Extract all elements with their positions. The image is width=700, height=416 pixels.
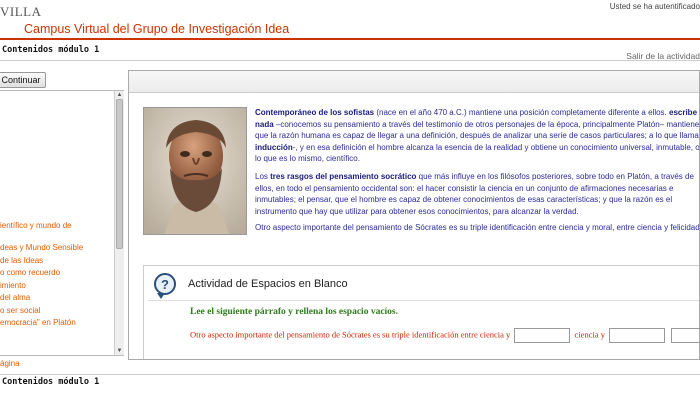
- toc-item[interactable]: imiento: [0, 281, 26, 290]
- intro-text: Contemporáneo de los sofistas (nace en e…: [255, 107, 700, 223]
- portrait-bust-icon: [144, 108, 246, 234]
- paragraph-3: Otro aspecto importante del pensamiento …: [255, 223, 700, 232]
- text-span: –conocemos su pensamiento a través del t…: [255, 119, 700, 141]
- toc-item[interactable]: o ser social: [0, 306, 40, 315]
- paragraph-2: Los tres rasgos del pensamiento socrátic…: [255, 171, 699, 217]
- question-bubble-tail: [157, 293, 165, 299]
- header-divider: [0, 38, 700, 40]
- site-title[interactable]: Campus Virtual del Grupo de Investigació…: [24, 22, 289, 36]
- text-span: Los: [255, 171, 271, 181]
- toc-scrollbar[interactable]: ▲ ▼: [114, 91, 124, 355]
- module-bar: Contenidos módulo 1 Salir de la activida…: [0, 43, 700, 61]
- toc-item[interactable]: ientífico y mundo de: [0, 221, 72, 230]
- bold-phrase: tres rasgos del pensamiento socrático: [270, 171, 417, 181]
- toc-item[interactable]: de las Ideas: [0, 256, 43, 265]
- socrates-portrait-image: [143, 107, 247, 235]
- bold-phrase: inducción: [255, 142, 293, 152]
- paragraph-1: Contemporáneo de los sofistas (nace en e…: [255, 107, 700, 165]
- header: VILLA Campus Virtual del Grupo de Invest…: [0, 0, 700, 40]
- toc-panel: ientífico y mundo de deas y Mundo Sensib…: [0, 90, 124, 356]
- question-bubble-icon: ?: [154, 273, 176, 295]
- activity-divider: [148, 300, 699, 301]
- cloze-sentence: Otro aspecto importante del pensamiento …: [190, 328, 699, 343]
- scrollbar-thumb[interactable]: [116, 99, 123, 249]
- cloze-text: Otro aspecto importante del pensamiento …: [190, 329, 511, 340]
- content-toolbar: [129, 71, 699, 93]
- footer-divider: [0, 374, 700, 375]
- blank-input-2[interactable]: [609, 328, 666, 343]
- brand-logo-text: VILLA: [0, 4, 42, 19]
- continue-button[interactable]: Continuar: [0, 72, 46, 88]
- scroll-up-arrow-icon[interactable]: ▲: [115, 91, 124, 99]
- toc-item[interactable]: emocracia" en Platón: [0, 318, 76, 327]
- scroll-down-arrow-icon[interactable]: ▼: [115, 347, 124, 355]
- fill-in-activity: ? Actividad de Espacios en Blanco Lee el…: [143, 265, 699, 359]
- exit-activity-link[interactable]: Salir de la actividad: [626, 51, 700, 61]
- toc-item[interactable]: deas y Mundo Sensible: [0, 243, 83, 252]
- activity-title: Actividad de Espacios en Blanco: [188, 278, 348, 290]
- cloze-text: ciencia y: [574, 329, 605, 340]
- blank-input-3[interactable]: [671, 328, 699, 343]
- text-span: -, y en esa definición el hombre alcanza…: [255, 142, 700, 164]
- auth-status: Usted se ha autentificado: [609, 2, 700, 11]
- footer-module-title: Contenidos módulo 1: [2, 377, 100, 387]
- page-link[interactable]: ágina: [0, 359, 20, 368]
- blank-input-1[interactable]: [514, 328, 571, 343]
- module-title: Contenidos módulo 1: [2, 45, 100, 55]
- bold-phrase: Contemporáneo de los sofistas: [255, 108, 375, 117]
- content-frame: Contemporáneo de los sofistas (nace en e…: [128, 70, 700, 360]
- toc-item[interactable]: del alma: [0, 293, 30, 302]
- activity-instruction: Lee el siguiente párrafo y rellena los e…: [190, 307, 399, 317]
- toc-item[interactable]: o como recuerdo: [0, 268, 60, 277]
- text-span: (nace en el año 470 a.C.) mantiene una p…: [374, 108, 669, 117]
